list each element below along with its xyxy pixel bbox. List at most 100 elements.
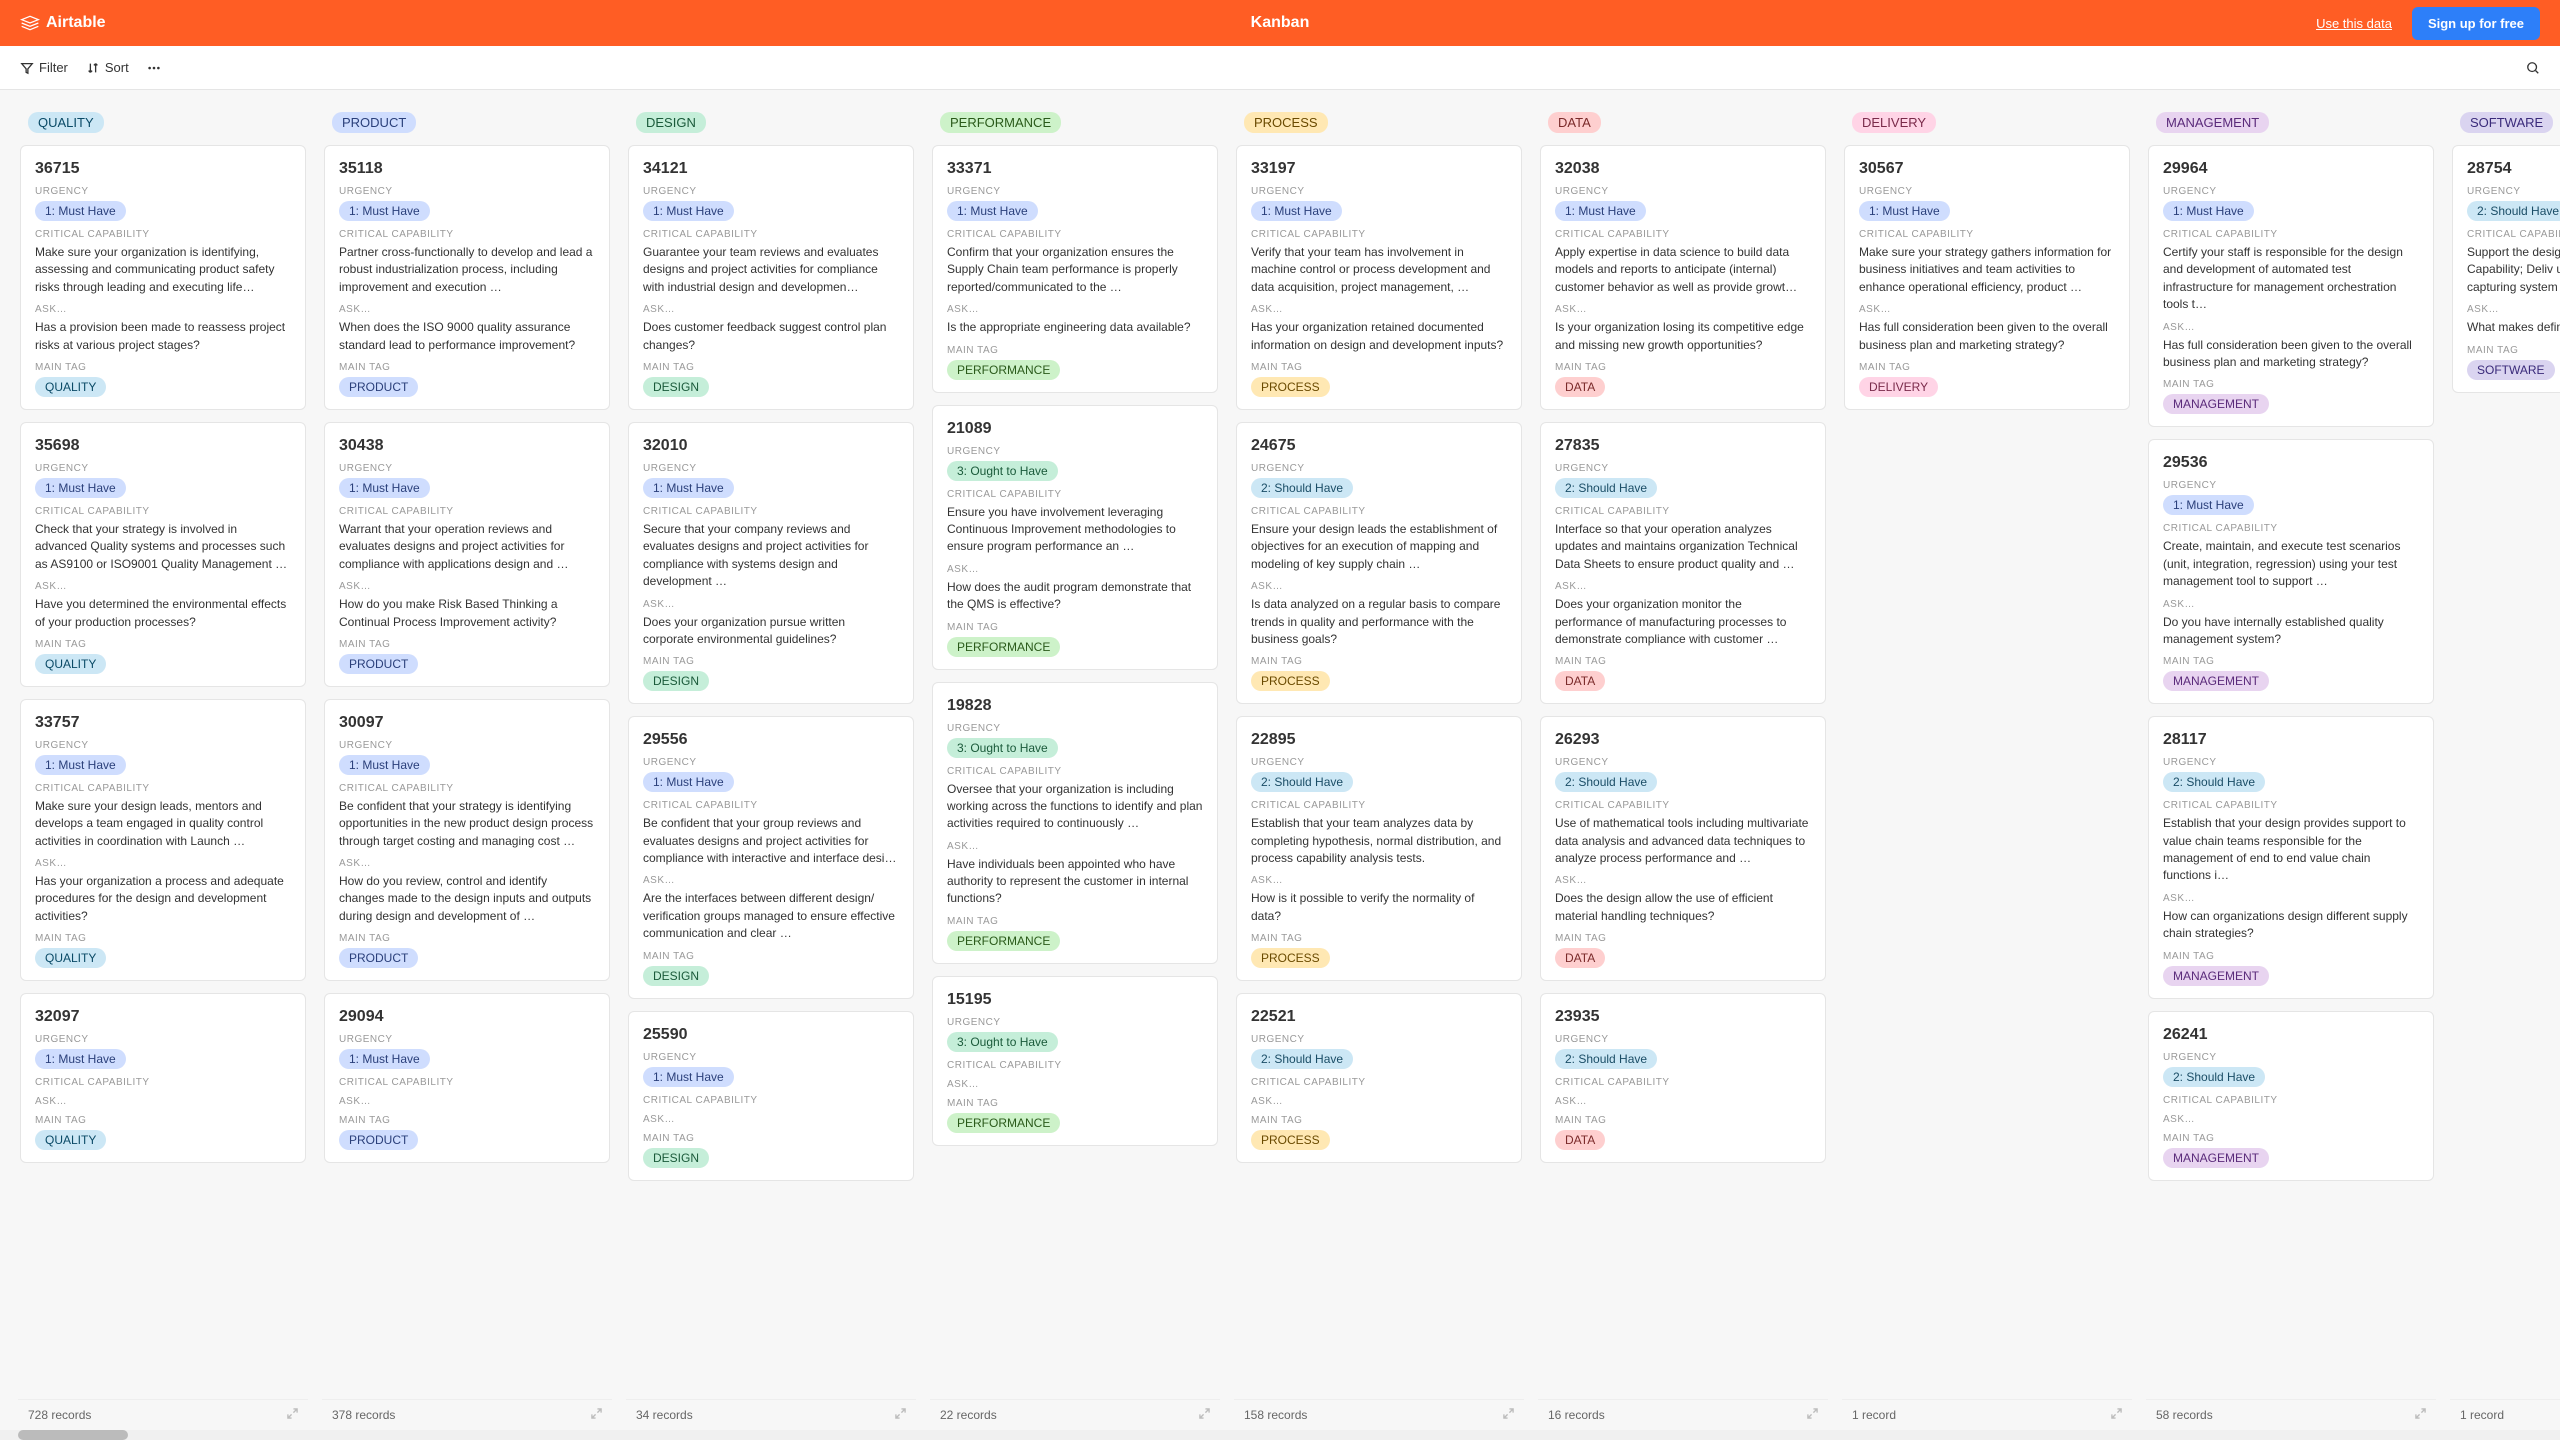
kanban-card[interactable]: 29094URGENCY1: Must HaveCRITICAL CAPABIL… xyxy=(324,993,610,1163)
card-id: 32097 xyxy=(35,1008,291,1026)
record-count: 58 records xyxy=(2156,1408,2213,1422)
column-body[interactable]: 34121URGENCY1: Must HaveCRITICAL CAPABIL… xyxy=(626,145,916,1399)
urgency-label: URGENCY xyxy=(2163,757,2419,768)
record-count: 158 records xyxy=(1244,1408,1307,1422)
column-body[interactable]: 30567URGENCY1: Must HaveCRITICAL CAPABIL… xyxy=(1842,145,2132,1399)
expand-icon[interactable] xyxy=(1807,1408,1818,1422)
urgency-label: URGENCY xyxy=(339,740,595,751)
urgency-pill: 2: Should Have xyxy=(2467,201,2560,221)
column-badge: SOFTWARE xyxy=(2460,112,2553,133)
ask-text: How does the audit program demonstrate t… xyxy=(947,579,1203,614)
sort-button[interactable]: Sort xyxy=(86,60,129,75)
urgency-pill: 1: Must Have xyxy=(947,201,1038,221)
ask-label: ASK… xyxy=(947,304,1203,315)
column-body[interactable]: 33371URGENCY1: Must HaveCRITICAL CAPABIL… xyxy=(930,145,1220,1399)
column-header: PERFORMANCE xyxy=(930,106,1220,145)
kanban-card[interactable]: 33371URGENCY1: Must HaveCRITICAL CAPABIL… xyxy=(932,145,1218,393)
main-tag-pill: MANAGEMENT xyxy=(2163,1148,2269,1168)
kanban-card[interactable]: 33197URGENCY1: Must HaveCRITICAL CAPABIL… xyxy=(1236,145,1522,410)
ask-text: Is your organization losing its competit… xyxy=(1555,319,1811,354)
urgency-label: URGENCY xyxy=(1859,186,2115,197)
expand-icon[interactable] xyxy=(591,1408,602,1422)
expand-icon[interactable] xyxy=(2415,1408,2426,1422)
kanban-column: PERFORMANCE33371URGENCY1: Must HaveCRITI… xyxy=(930,106,1220,1430)
more-button[interactable] xyxy=(147,61,161,75)
kanban-card[interactable]: 35698URGENCY1: Must HaveCRITICAL CAPABIL… xyxy=(20,422,306,687)
urgency-pill: 1: Must Have xyxy=(643,772,734,792)
kanban-card[interactable]: 28754URGENCY2: Should HaveCRITICAL CAPAB… xyxy=(2452,145,2560,393)
kanban-card[interactable]: 36715URGENCY1: Must HaveCRITICAL CAPABIL… xyxy=(20,145,306,410)
kanban-card[interactable]: 26293URGENCY2: Should HaveCRITICAL CAPAB… xyxy=(1540,716,1826,981)
kanban-card[interactable]: 33757URGENCY1: Must HaveCRITICAL CAPABIL… xyxy=(20,699,306,981)
main-tag-pill: PRODUCT xyxy=(339,1130,418,1150)
search-button[interactable] xyxy=(2526,61,2540,75)
column-body[interactable]: 29964URGENCY1: Must HaveCRITICAL CAPABIL… xyxy=(2146,145,2436,1399)
card-id: 32010 xyxy=(643,437,899,455)
critical-text: Ensure you have involvement leveraging C… xyxy=(947,504,1203,556)
expand-icon[interactable] xyxy=(2111,1408,2122,1422)
expand-icon[interactable] xyxy=(287,1408,298,1422)
page-title: Kanban xyxy=(1251,14,1310,32)
column-body[interactable]: 35118URGENCY1: Must HaveCRITICAL CAPABIL… xyxy=(322,145,612,1399)
column-badge: DELIVERY xyxy=(1852,112,1936,133)
kanban-card[interactable]: 28117URGENCY2: Should HaveCRITICAL CAPAB… xyxy=(2148,716,2434,998)
urgency-pill: 1: Must Have xyxy=(35,755,126,775)
kanban-card[interactable]: 34121URGENCY1: Must HaveCRITICAL CAPABIL… xyxy=(628,145,914,410)
record-count: 378 records xyxy=(332,1408,395,1422)
urgency-pill: 1: Must Have xyxy=(643,201,734,221)
kanban-card[interactable]: 30567URGENCY1: Must HaveCRITICAL CAPABIL… xyxy=(1844,145,2130,410)
signup-button[interactable]: Sign up for free xyxy=(2412,7,2540,40)
kanban-card[interactable]: 30097URGENCY1: Must HaveCRITICAL CAPABIL… xyxy=(324,699,610,981)
critical-label: CRITICAL CAPABILITY xyxy=(1251,506,1507,517)
card-id: 34121 xyxy=(643,160,899,178)
kanban-card[interactable]: 26241URGENCY2: Should HaveCRITICAL CAPAB… xyxy=(2148,1011,2434,1181)
kanban-card[interactable]: 32038URGENCY1: Must HaveCRITICAL CAPABIL… xyxy=(1540,145,1826,410)
column-body[interactable]: 36715URGENCY1: Must HaveCRITICAL CAPABIL… xyxy=(18,145,308,1399)
ask-label: ASK… xyxy=(2163,893,2419,904)
scrollbar-thumb[interactable] xyxy=(18,1430,128,1440)
kanban-card[interactable]: 27835URGENCY2: Should HaveCRITICAL CAPAB… xyxy=(1540,422,1826,704)
main-tag-pill: PERFORMANCE xyxy=(947,931,1060,951)
column-badge: PRODUCT xyxy=(332,112,416,133)
urgency-label: URGENCY xyxy=(35,186,291,197)
kanban-card[interactable]: 24675URGENCY2: Should HaveCRITICAL CAPAB… xyxy=(1236,422,1522,704)
ask-text: Has your organization a process and adeq… xyxy=(35,873,291,925)
maintag-label: MAIN TAG xyxy=(947,345,1203,356)
maintag-label: MAIN TAG xyxy=(1251,1115,1507,1126)
ask-label: ASK… xyxy=(2163,322,2419,333)
ask-text: Are the interfaces between different des… xyxy=(643,890,899,942)
kanban-card[interactable]: 22895URGENCY2: Should HaveCRITICAL CAPAB… xyxy=(1236,716,1522,981)
column-body[interactable]: 28754URGENCY2: Should HaveCRITICAL CAPAB… xyxy=(2450,145,2560,1399)
kanban-card[interactable]: 25590URGENCY1: Must HaveCRITICAL CAPABIL… xyxy=(628,1011,914,1181)
kanban-card[interactable]: 29536URGENCY1: Must HaveCRITICAL CAPABIL… xyxy=(2148,439,2434,704)
sort-icon xyxy=(86,61,100,75)
column-body[interactable]: 33197URGENCY1: Must HaveCRITICAL CAPABIL… xyxy=(1234,145,1524,1399)
kanban-card[interactable]: 22521URGENCY2: Should HaveCRITICAL CAPAB… xyxy=(1236,993,1522,1163)
kanban-card[interactable]: 19828URGENCY3: Ought to HaveCRITICAL CAP… xyxy=(932,682,1218,964)
kanban-card[interactable]: 23935URGENCY2: Should HaveCRITICAL CAPAB… xyxy=(1540,993,1826,1163)
kanban-board[interactable]: QUALITY36715URGENCY1: Must HaveCRITICAL … xyxy=(0,90,2560,1440)
use-data-link[interactable]: Use this data xyxy=(2316,16,2392,31)
kanban-card[interactable]: 32097URGENCY1: Must HaveCRITICAL CAPABIL… xyxy=(20,993,306,1163)
kanban-card[interactable]: 29964URGENCY1: Must HaveCRITICAL CAPABIL… xyxy=(2148,145,2434,427)
kanban-card[interactable]: 21089URGENCY3: Ought to HaveCRITICAL CAP… xyxy=(932,405,1218,670)
critical-text: Support the design of an imp approach to… xyxy=(2467,244,2560,296)
column-body[interactable]: 32038URGENCY1: Must HaveCRITICAL CAPABIL… xyxy=(1538,145,1828,1399)
expand-icon[interactable] xyxy=(1199,1408,1210,1422)
main-tag-pill: MANAGEMENT xyxy=(2163,671,2269,691)
kanban-card[interactable]: 35118URGENCY1: Must HaveCRITICAL CAPABIL… xyxy=(324,145,610,410)
kanban-card[interactable]: 15195URGENCY3: Ought to HaveCRITICAL CAP… xyxy=(932,976,1218,1146)
kanban-card[interactable]: 32010URGENCY1: Must HaveCRITICAL CAPABIL… xyxy=(628,422,914,704)
urgency-label: URGENCY xyxy=(2163,1052,2419,1063)
brand-logo[interactable]: Airtable xyxy=(20,13,106,33)
horizontal-scrollbar[interactable] xyxy=(0,1430,2560,1440)
kanban-card[interactable]: 30438URGENCY1: Must HaveCRITICAL CAPABIL… xyxy=(324,422,610,687)
card-id: 26293 xyxy=(1555,731,1811,749)
ask-label: ASK… xyxy=(1859,304,2115,315)
filter-button[interactable]: Filter xyxy=(20,60,68,75)
expand-icon[interactable] xyxy=(1503,1408,1514,1422)
maintag-label: MAIN TAG xyxy=(2163,951,2419,962)
expand-icon[interactable] xyxy=(895,1408,906,1422)
kanban-card[interactable]: 29556URGENCY1: Must HaveCRITICAL CAPABIL… xyxy=(628,716,914,998)
card-id: 33371 xyxy=(947,160,1203,178)
